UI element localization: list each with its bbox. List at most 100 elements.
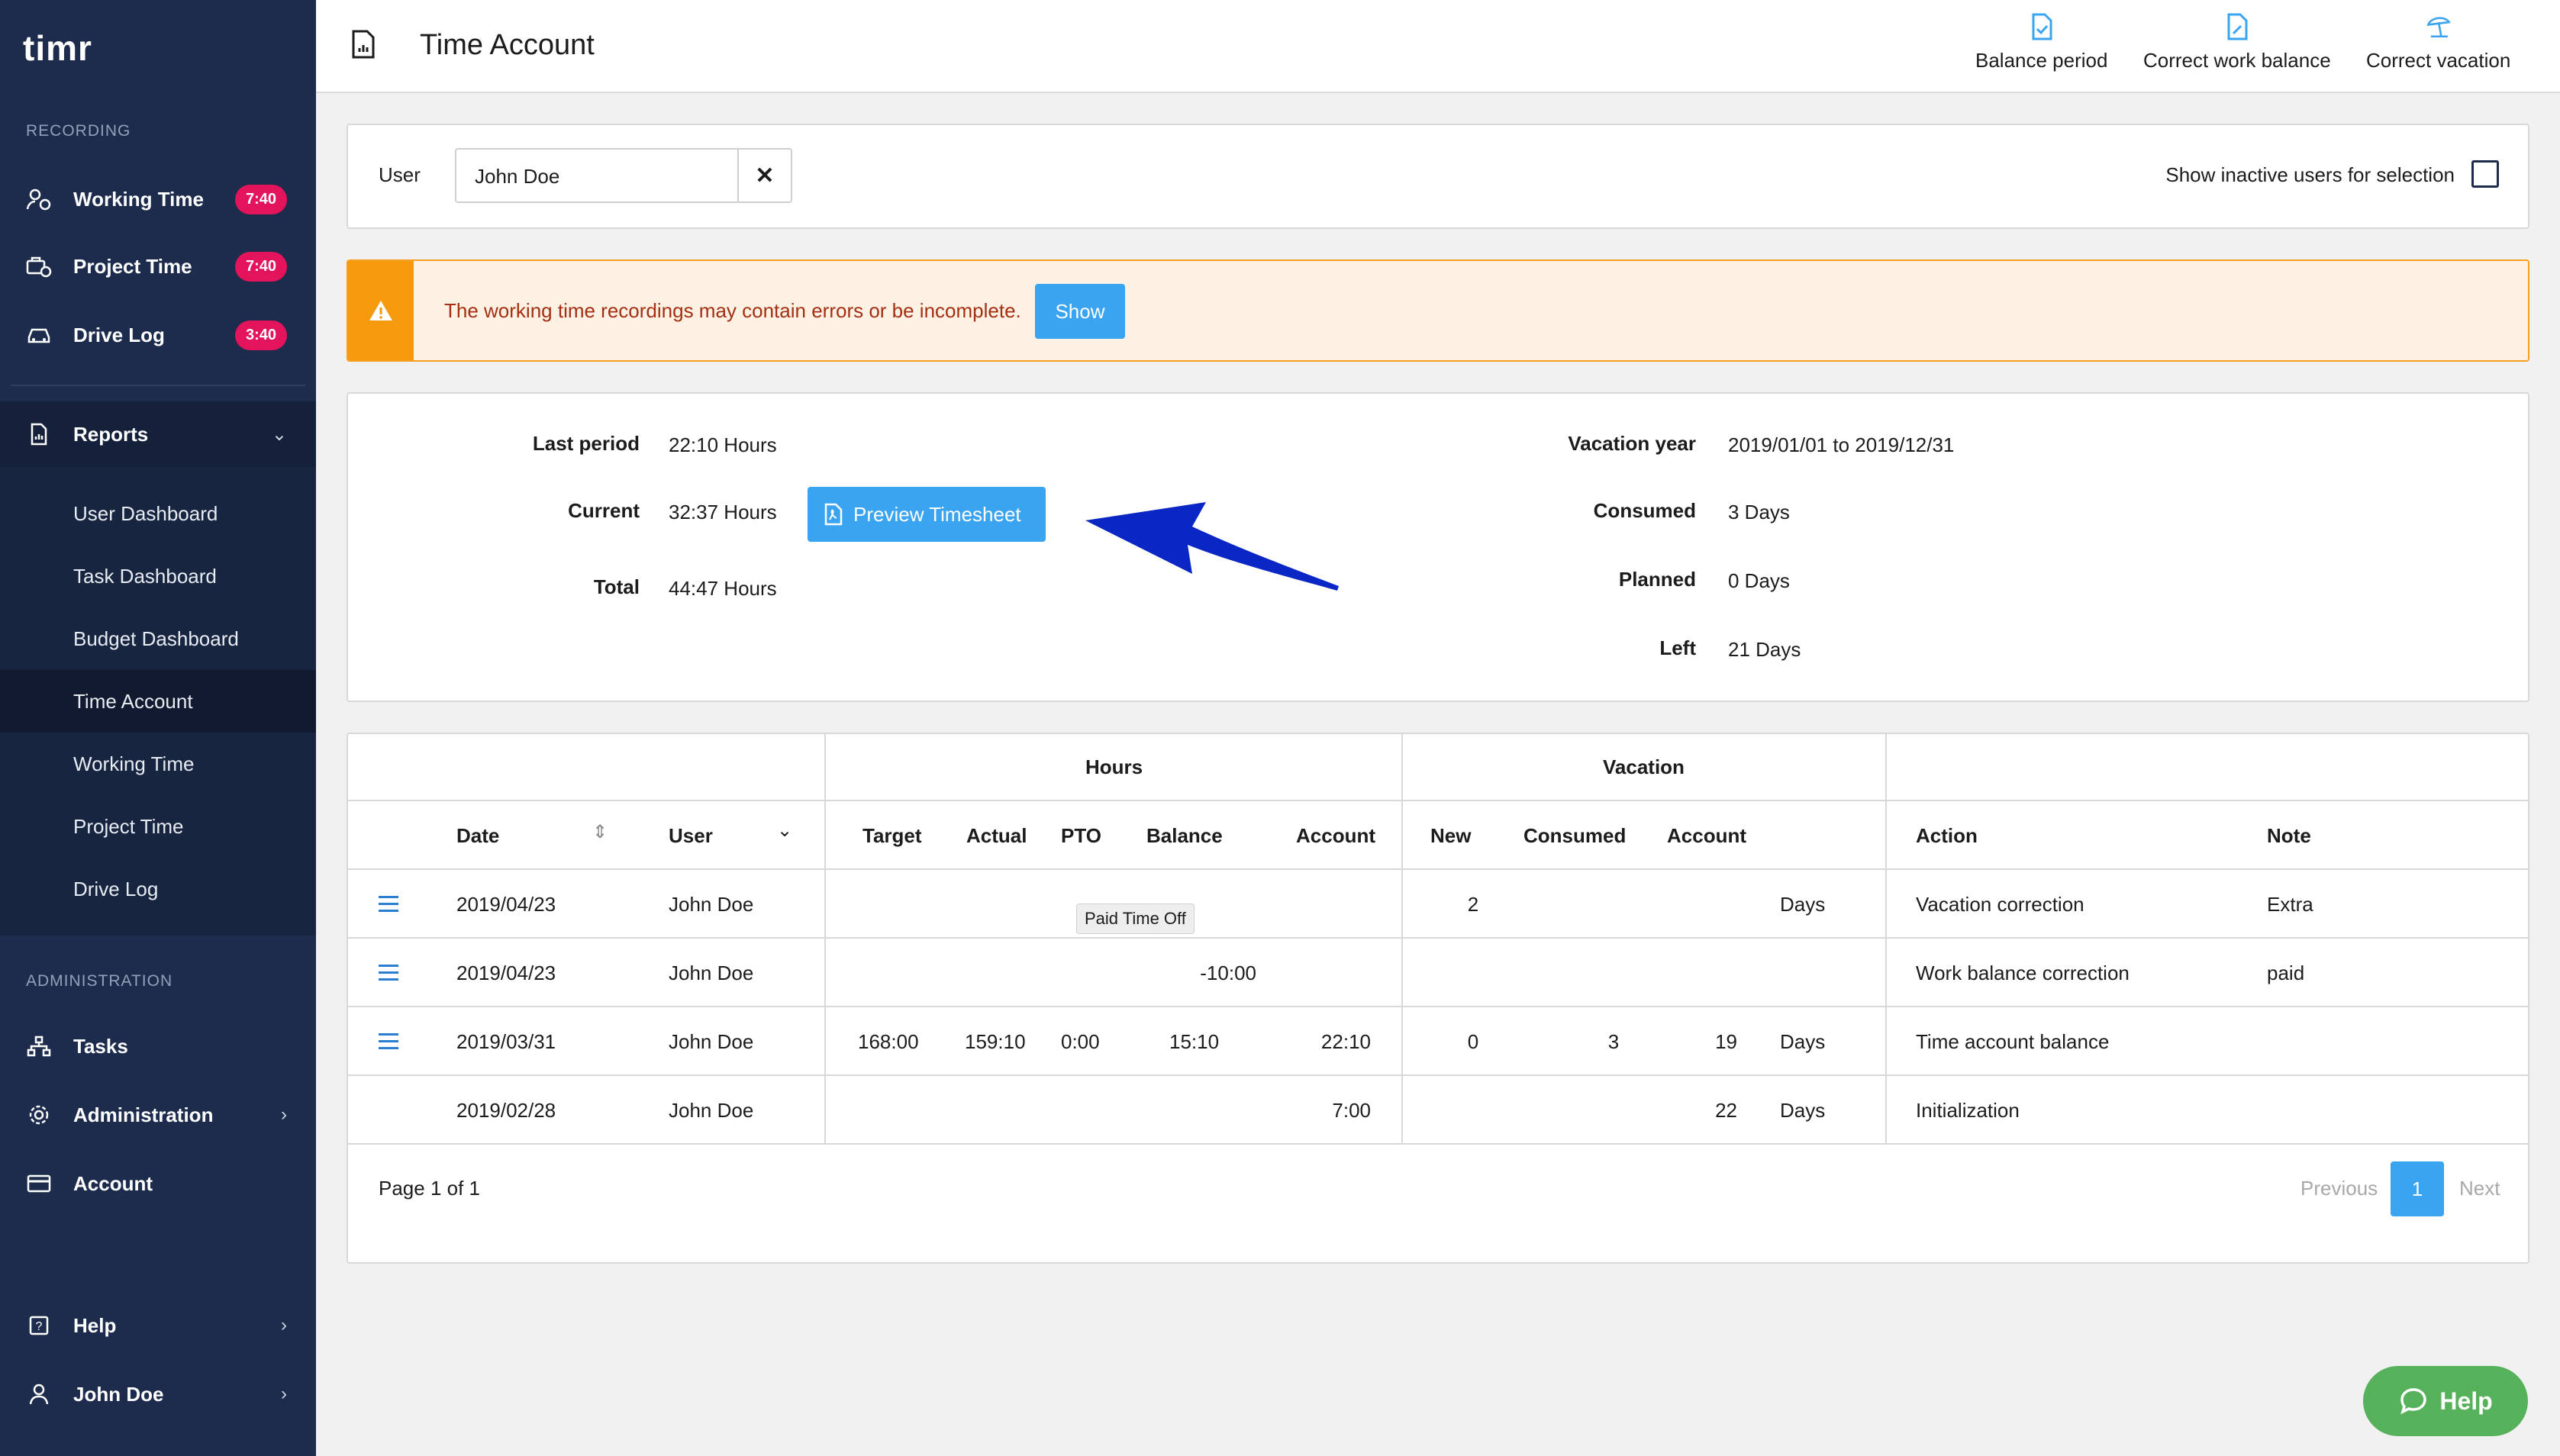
sidebar-item-tasks[interactable]: Tasks	[0, 1015, 316, 1078]
user-column-header[interactable]: User	[669, 824, 713, 848]
row-balance: 15:10	[1169, 1030, 1220, 1053]
row-note: Extra	[2267, 893, 2313, 916]
briefcase-clock-icon	[26, 253, 52, 279]
chevron-down-icon: ⌄	[271, 424, 287, 445]
row-account: 22:10	[1320, 1030, 1371, 1053]
user-icon	[26, 1381, 52, 1407]
sidebar-item-label: Account	[73, 1171, 153, 1195]
vacation-year-label: Vacation year	[1568, 432, 1696, 455]
balance-period-button[interactable]: Balance period	[1975, 12, 2107, 81]
preview-timesheet-label: Preview Timesheet	[853, 502, 1021, 526]
row-vacation-account: 19	[1715, 1030, 1737, 1053]
user-label: User	[379, 163, 421, 186]
user-select[interactable]: John Doe	[455, 148, 739, 203]
account-column-header: Account	[1296, 824, 1375, 847]
preview-timesheet-button[interactable]: Preview Timesheet	[808, 487, 1046, 542]
pto-tooltip: Paid Time Off	[1076, 904, 1195, 934]
timer-badge: 7:40	[234, 251, 287, 282]
inactive-users-label: Show inactive users for selection	[2165, 163, 2455, 186]
sidebar-subitem-label: Drive Log	[73, 877, 159, 900]
row-unit: Days	[1780, 893, 1826, 916]
row-note: paid	[2267, 962, 2305, 984]
current-value: 32:37 Hours	[669, 501, 777, 523]
chevron-right-icon: ›	[281, 1104, 287, 1125]
sidebar-item-project-time[interactable]: Project Time 7:40	[0, 235, 316, 298]
consumed-column-header: Consumed	[1523, 824, 1627, 847]
total-value: 44:47 Hours	[669, 577, 777, 600]
row-pto: 0:00	[1061, 1030, 1100, 1053]
timer-badge: 3:40	[234, 320, 287, 350]
sidebar-subitem-label: Time Account	[73, 689, 193, 713]
divider	[348, 1006, 2528, 1007]
correct-work-balance-button[interactable]: Correct work balance	[2143, 12, 2331, 81]
row-user: John Doe	[669, 1030, 754, 1053]
gear-icon	[26, 1102, 52, 1128]
action-column-header: Action	[1916, 824, 1978, 847]
recording-section-label: RECORDING	[26, 122, 131, 140]
alert-message: The working time recordings may contain …	[444, 299, 1021, 322]
correct-vacation-button[interactable]: Correct vacation	[2366, 12, 2510, 81]
inactive-users-checkbox[interactable]	[2471, 160, 2499, 188]
sidebar-item-user[interactable]: John Doe ›	[0, 1363, 316, 1425]
row-menu-icon[interactable]	[379, 965, 398, 981]
car-icon	[26, 322, 52, 348]
sidebar-item-drive-log[interactable]: Drive Log 3:40	[0, 304, 316, 366]
row-user: John Doe	[669, 1099, 754, 1122]
time-account-table: Hours Vacation Date ⇕ User ⌄ Target Actu…	[347, 733, 2529, 1264]
divider	[1885, 734, 1887, 1145]
row-date: 2019/04/23	[456, 893, 556, 916]
chevron-down-icon[interactable]: ⌄	[777, 820, 792, 842]
note-column-header: Note	[2267, 824, 2311, 847]
document-edit-icon	[2227, 13, 2248, 40]
user-filter-panel: User John Doe ✕ Show inactive users for …	[347, 124, 2529, 229]
row-vacation-new: 2	[1467, 893, 1479, 916]
annotation-arrow	[1085, 502, 1339, 591]
divider	[1401, 734, 1403, 1145]
divider	[348, 868, 2528, 870]
sidebar-item-label: Help	[73, 1313, 117, 1337]
row-menu-icon[interactable]	[379, 1033, 398, 1050]
sidebar-subitem-task-dashboard[interactable]: Task Dashboard	[0, 545, 316, 607]
timer-badge: 7:40	[234, 184, 287, 214]
next-page-button[interactable]: Next	[2459, 1177, 2500, 1200]
row-actual: 159:10	[965, 1030, 1026, 1053]
row-unit: Days	[1780, 1099, 1826, 1122]
sidebar-subitem-working-time[interactable]: Working Time	[0, 733, 316, 795]
target-column-header: Target	[862, 824, 922, 847]
timr-logo[interactable]: timr	[23, 27, 92, 69]
sidebar-subitem-time-account[interactable]: Time Account	[0, 670, 316, 733]
credit-card-icon	[26, 1171, 52, 1197]
sidebar-item-account[interactable]: Account	[0, 1152, 316, 1215]
show-errors-button[interactable]: Show	[1035, 284, 1125, 339]
row-unit: Days	[1780, 1030, 1826, 1053]
sidebar-subitem-drive-log[interactable]: Drive Log	[0, 858, 316, 920]
row-user: John Doe	[669, 962, 754, 984]
sidebar-subitem-user-dashboard[interactable]: User Dashboard	[0, 482, 316, 545]
svg-text:?: ?	[36, 1320, 43, 1333]
sidebar-subitem-project-time[interactable]: Project Time	[0, 795, 316, 858]
sidebar-item-label: Project Time	[73, 254, 192, 278]
help-chat-button[interactable]: Help	[2363, 1366, 2528, 1436]
divider	[348, 800, 2528, 801]
sidebar: timr RECORDING Working Time 7:40 Project…	[0, 0, 316, 1456]
row-action: Vacation correction	[1916, 893, 2084, 916]
date-column-header[interactable]: Date	[456, 824, 499, 848]
sidebar-item-working-time[interactable]: Working Time 7:40	[0, 168, 316, 230]
sort-icon[interactable]: ⇕	[592, 821, 608, 843]
last-period-label: Last period	[532, 432, 640, 455]
sidebar-item-label: Working Time	[73, 187, 204, 211]
row-menu-icon[interactable]	[379, 896, 398, 913]
sidebar-item-label: Tasks	[73, 1034, 128, 1058]
page-1-button[interactable]: 1	[2391, 1161, 2444, 1216]
summary-panel: Last period 22:10 Hours Current 32:37 Ho…	[347, 392, 2529, 702]
planned-label: Planned	[1618, 568, 1696, 591]
sidebar-item-help[interactable]: ? Help ›	[0, 1294, 316, 1357]
sidebar-subitem-label: Task Dashboard	[73, 564, 217, 588]
sidebar-subitem-budget-dashboard[interactable]: Budget Dashboard	[0, 607, 316, 670]
sidebar-item-administration[interactable]: Administration ›	[0, 1084, 316, 1146]
previous-page-button[interactable]: Previous	[2300, 1177, 2378, 1200]
sidebar-item-reports[interactable]: Reports ⌄	[0, 401, 316, 467]
divider	[824, 734, 826, 1145]
clear-user-button[interactable]: ✕	[737, 148, 792, 203]
row-vacation-new: 0	[1467, 1030, 1479, 1053]
